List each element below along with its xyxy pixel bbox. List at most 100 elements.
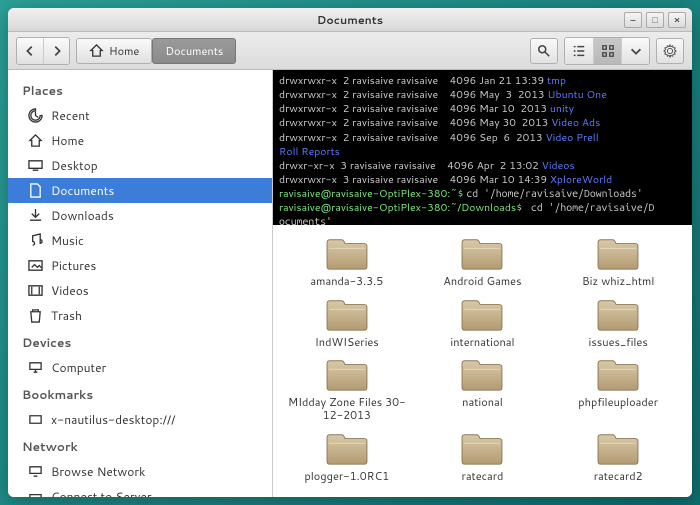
titlebar: Documents ‒ □ × [8,8,692,32]
view-options-button[interactable] [621,38,649,64]
folder-label: MIdday Zone Files 30-12-2013 [287,396,407,421]
music-icon [28,233,43,248]
folder-icon [323,235,371,273]
folder-label: IndWISeries [315,336,379,349]
toolbar: Home Documents [8,32,692,70]
sidebar-header: Bookmarks [8,380,272,407]
folder-label: amanda-3.3.5 [310,275,383,288]
sidebar-item-label: Computer [51,359,106,376]
settings-button[interactable] [656,38,684,64]
folder-item[interactable]: Biz whiz_html [552,235,684,288]
folder-icon [458,296,506,334]
folder-label: issues_files [589,336,648,349]
sidebar-item-browse-network[interactable]: Browse Network [8,459,272,484]
folder-label: phpfileuploader [578,396,658,409]
folder-icon [594,430,642,468]
sidebar-item-label: Downloads [51,207,114,224]
sidebar-item-documents[interactable]: Documents [8,178,272,203]
pictures-icon [28,258,43,273]
sidebar-item-home[interactable]: Home [8,128,272,153]
terminal-panel[interactable]: drwxrwxr-x 2 ravisaive ravisaive 4096 Ja… [273,70,692,225]
main-body: PlacesRecentHomeDesktopDocumentsDownload… [8,70,692,497]
sidebar-item-music[interactable]: Music [8,228,272,253]
folder-icon [594,235,642,273]
path-bar: Home Documents [76,38,236,64]
sidebar-item-x-nautilus-desktop-[interactable]: x-nautilus-desktop:/// [8,407,272,432]
folder-item[interactable]: plogger-1.0RC1 [281,430,413,483]
trash-icon [28,308,43,323]
file-grid: amanda-3.3.5 Android Games Biz whiz_html… [273,225,692,497]
sidebar-item-label: Documents [51,182,114,199]
search-button[interactable] [530,38,558,64]
sidebar-item-label: Videos [51,282,89,299]
sidebar: PlacesRecentHomeDesktopDocumentsDownload… [8,70,273,497]
folder-item[interactable]: amanda-3.3.5 [281,235,413,288]
desktop-icon [28,158,43,173]
sidebar-item-videos[interactable]: Videos [8,278,272,303]
content-pane: drwxrwxr-x 2 ravisaive ravisaive 4096 Ja… [273,70,692,497]
minimize-button[interactable]: ‒ [624,12,642,28]
sidebar-header: Devices [8,328,272,355]
downloads-icon [28,208,43,223]
home-icon [89,43,104,58]
videos-icon [28,283,43,298]
folder-item[interactable]: ratecard [417,430,549,483]
folder-label: Android Games [443,275,521,288]
folder-icon [323,296,371,334]
folder-item[interactable]: issues_files [552,296,684,349]
folder-item[interactable]: phpfileuploader [552,356,684,421]
nav-buttons [16,37,70,65]
sidebar-header: Network [8,432,272,459]
path-label: Documents [165,43,223,59]
sidebar-item-label: x-nautilus-desktop:/// [51,411,175,428]
window-title: Documents [317,12,383,28]
sidebar-item-connect-to-server[interactable]: Connect to Server [8,484,272,497]
folder-label: ratecard [462,470,504,483]
folder-item[interactable]: Android Games [417,235,549,288]
bookmark-icon [28,412,43,427]
grid-view-button[interactable] [593,38,621,64]
sidebar-item-pictures[interactable]: Pictures [8,253,272,278]
forward-button[interactable] [43,38,69,64]
folder-icon [594,356,642,394]
sidebar-item-desktop[interactable]: Desktop [8,153,272,178]
connect-icon [28,489,43,497]
sidebar-item-label: Browse Network [51,463,145,480]
folder-item[interactable]: ratecard2 [552,430,684,483]
close-button[interactable]: × [668,12,686,28]
folder-item[interactable]: IndWISeries [281,296,413,349]
sidebar-item-label: Music [51,232,84,249]
sidebar-item-label: Trash [51,307,82,324]
home-icon [28,133,43,148]
computer-icon [28,360,43,375]
folder-icon [323,430,371,468]
folder-item[interactable]: international [417,296,549,349]
path-label: Home [109,43,139,59]
folder-item[interactable]: MIdday Zone Files 30-12-2013 [281,356,413,421]
sidebar-item-recent[interactable]: Recent [8,103,272,128]
folder-label: international [450,336,514,349]
path-segment-documents[interactable]: Documents [152,38,236,64]
sidebar-item-label: Pictures [51,257,96,274]
folder-icon [458,235,506,273]
back-button[interactable] [17,38,43,64]
folder-item[interactable]: national [417,356,549,421]
sidebar-item-computer[interactable]: Computer [8,355,272,380]
path-segment-home[interactable]: Home [76,38,152,64]
folder-icon [594,296,642,334]
folder-icon [323,356,371,394]
sidebar-item-trash[interactable]: Trash [8,303,272,328]
folder-label: plogger-1.0RC1 [304,470,389,483]
list-view-button[interactable] [565,38,593,64]
folder-icon [458,430,506,468]
sidebar-item-label: Home [51,132,84,149]
documents-icon [28,183,43,198]
file-manager-window: Documents ‒ □ × HomeDocuments PlacesRece… [8,8,692,497]
sidebar-item-downloads[interactable]: Downloads [8,203,272,228]
folder-label: ratecard2 [594,470,643,483]
sidebar-item-label: Connect to Server [51,488,152,497]
folder-label: national [462,396,503,409]
maximize-button[interactable]: □ [646,12,664,28]
sidebar-item-label: Recent [51,107,90,124]
sidebar-item-label: Desktop [51,157,98,174]
